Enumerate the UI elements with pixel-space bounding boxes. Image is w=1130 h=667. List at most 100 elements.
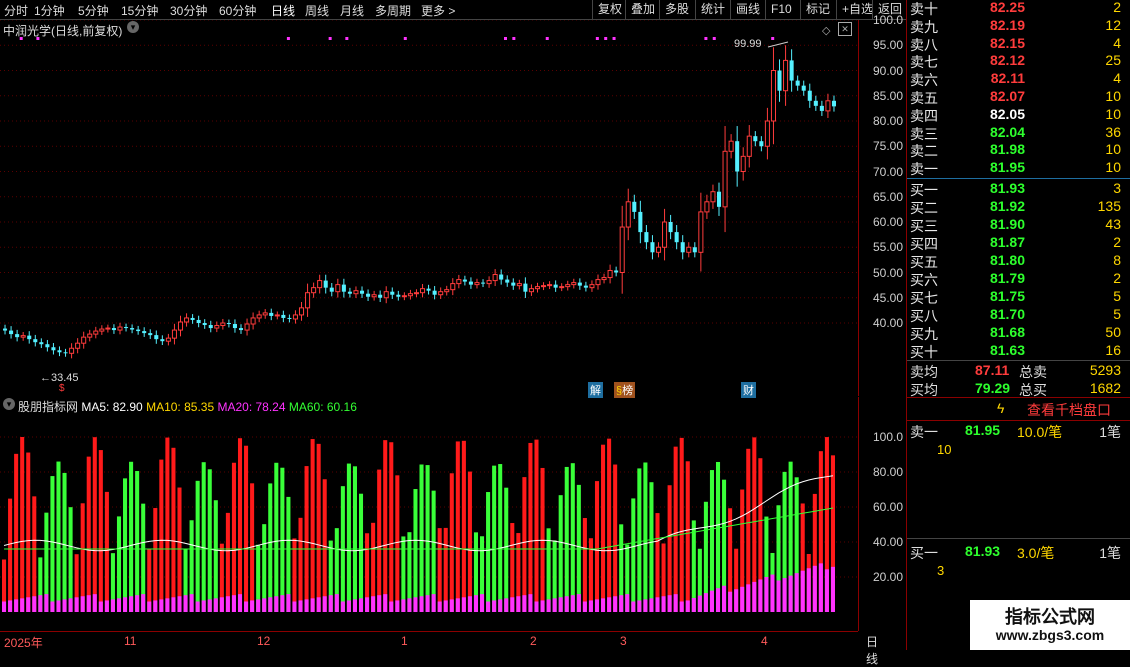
ask-row[interactable]: 卖六 82.11 4: [907, 70, 1130, 88]
ask-row[interactable]: 卖四 82.05 10: [907, 106, 1130, 124]
date-label: 2025年: [4, 636, 43, 650]
candle: [759, 136, 764, 152]
candle: [232, 319, 237, 333]
indicator-bar: [685, 461, 690, 612]
indicator-bar: [486, 492, 491, 612]
bid-row[interactable]: 买二 81.92 135: [907, 198, 1130, 216]
magenta-bar: [298, 600, 303, 612]
ask-row[interactable]: 卖二 81.98 10: [907, 141, 1130, 159]
bid-row[interactable]: 买八 81.70 5: [907, 306, 1130, 324]
candle: [171, 323, 177, 345]
candle: [9, 326, 14, 339]
candle: [148, 329, 153, 339]
candle: [238, 324, 244, 334]
magenta-bar: [715, 588, 721, 612]
bid-row[interactable]: 买六 81.79 2: [907, 270, 1130, 288]
candle: [57, 346, 62, 357]
candle: [474, 278, 480, 289]
magenta-bar: [661, 596, 666, 612]
magenta-bar: [413, 597, 418, 612]
ranking-chip[interactable]: §榜: [614, 382, 636, 398]
bid-row[interactable]: 买七 81.75 5: [907, 288, 1130, 306]
candle: [45, 339, 50, 352]
period-tab-1min[interactable]: 1分钟: [34, 2, 65, 19]
ask-row[interactable]: 卖九 82.19 12: [907, 17, 1130, 35]
bid-row[interactable]: 买九 81.68 50: [907, 324, 1130, 342]
candle: [378, 290, 383, 302]
restore-rights-button[interactable]: 复权: [592, 0, 627, 19]
ask-row[interactable]: 卖一 81.95 10: [907, 159, 1130, 177]
bid-row[interactable]: 买一 81.93 3: [907, 180, 1130, 198]
period-tab-multi[interactable]: 多周期: [375, 2, 411, 19]
draw-line-button[interactable]: 画线: [730, 0, 765, 19]
period-tab-more[interactable]: 更多 >: [421, 2, 455, 19]
candle: [329, 283, 334, 297]
candle: [226, 319, 231, 328]
thousand-level-button[interactable]: ϟ 查看千档盘口: [907, 397, 1130, 421]
magenta-bar: [740, 586, 745, 612]
period-tab-monthly[interactable]: 月线: [340, 2, 364, 19]
indicator-chart[interactable]: [0, 397, 858, 631]
magenta-bar: [195, 601, 200, 612]
bid-row[interactable]: 买三 81.90 43: [907, 216, 1130, 234]
level1-detail[interactable]: 卖一 81.95 10.0/笔 1笔 10: [907, 420, 1130, 460]
period-tab-fenshi[interactable]: 分时: [4, 2, 28, 19]
magenta-bar: [504, 598, 509, 612]
period-tab-30min[interactable]: 30分钟: [170, 2, 207, 19]
candle: [63, 348, 68, 357]
ask-row[interactable]: 卖七 82.12 25: [907, 52, 1130, 70]
candle: [644, 225, 649, 250]
candle: [396, 290, 401, 301]
level-label: 买九: [910, 326, 938, 342]
diamond-icon[interactable]: ◇: [822, 24, 830, 37]
bid-row[interactable]: 买五 81.80 8: [907, 252, 1130, 270]
level-label: 买二: [910, 200, 938, 216]
indicator-bar: [613, 464, 618, 612]
level-label: 买十: [910, 344, 938, 360]
magenta-bar: [770, 574, 775, 612]
indicator-bar: [123, 478, 128, 612]
level-price: 82.19: [989, 16, 1025, 33]
magenta-bar: [431, 594, 436, 612]
unlock-chip[interactable]: 解: [588, 382, 603, 398]
multi-stock-button[interactable]: 多股: [659, 0, 694, 19]
indicator-bar: [558, 495, 563, 612]
magenta-bar: [207, 599, 212, 612]
level-volume: 4: [1113, 34, 1121, 51]
period-tab-60min[interactable]: 60分钟: [219, 2, 256, 19]
ask-row[interactable]: 卖五 82.07 10: [907, 88, 1130, 106]
period-tab-15min[interactable]: 15分钟: [121, 2, 158, 19]
ask-row[interactable]: 卖八 82.15 4: [907, 35, 1130, 53]
indicator-bar: [389, 442, 394, 612]
candle: [3, 324, 8, 335]
candlestick-chart[interactable]: [0, 20, 858, 396]
candle: [783, 45, 789, 106]
chevron-down-icon[interactable]: ▾: [3, 398, 15, 410]
f10-button[interactable]: F10: [765, 0, 797, 19]
level-volume: 12: [1105, 16, 1121, 33]
stats-button[interactable]: 统计: [695, 0, 730, 19]
candle: [716, 182, 722, 216]
ma20-value: MA20: 78.24: [217, 400, 286, 414]
price-tick-label: 75.00: [873, 139, 904, 154]
mark-button[interactable]: 标记: [800, 0, 835, 19]
candle: [662, 208, 668, 261]
finance-chip[interactable]: 财: [741, 382, 756, 398]
magenta-bar: [268, 597, 273, 612]
ask-row[interactable]: 卖十 82.25 2: [907, 0, 1130, 17]
indicator-bar: [207, 469, 212, 612]
level1-detail[interactable]: 买一 81.93 3.0/笔 1笔 3: [907, 541, 1130, 581]
chevron-down-icon[interactable]: ▾: [127, 21, 139, 33]
price-tick-label: 95.00: [873, 38, 904, 53]
period-tab-5min[interactable]: 5分钟: [78, 2, 109, 19]
magenta-bar: [758, 579, 763, 612]
overlay-button[interactable]: 叠加: [625, 0, 660, 19]
bid-row[interactable]: 买十 81.63 16: [907, 342, 1130, 360]
close-icon[interactable]: ✕: [838, 22, 852, 36]
bid-row[interactable]: 买四 81.87 2: [907, 234, 1130, 252]
ask-row[interactable]: 卖三 82.04 36: [907, 124, 1130, 142]
period-tab-daily[interactable]: 日线: [271, 2, 295, 19]
period-tab-weekly[interactable]: 周线: [305, 2, 329, 19]
indicator-bar: [98, 450, 103, 612]
candle: [710, 184, 716, 209]
